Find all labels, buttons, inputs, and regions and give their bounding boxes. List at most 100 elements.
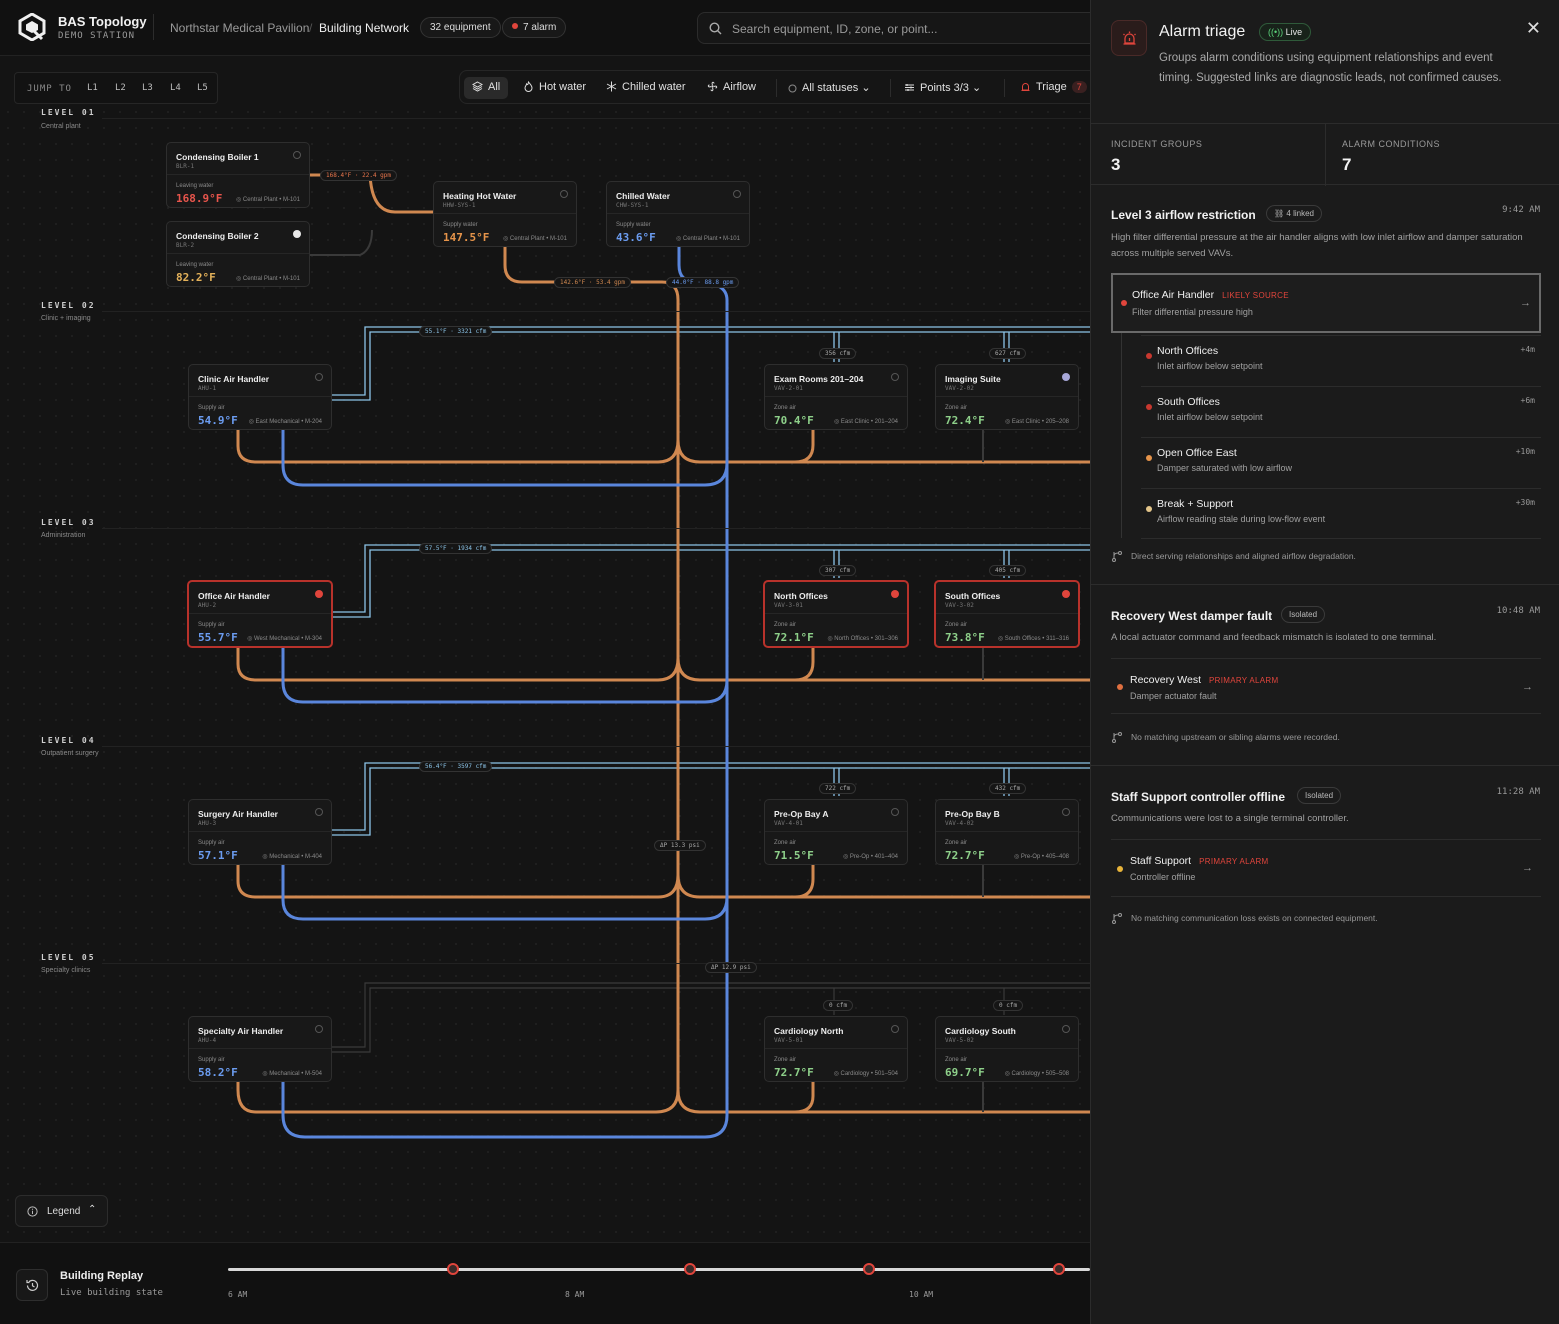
linked-alarm-item[interactable]: South Offices Inlet airflow below setpoi… (1141, 386, 1541, 437)
divider (189, 1048, 331, 1049)
point-value: 168.9°F (176, 192, 223, 205)
equipment-name: North Offices (774, 591, 828, 601)
incident-note: No matching communication loss exists on… (1131, 913, 1378, 923)
point-value: 70.4°F (774, 414, 814, 427)
alarm-item-source[interactable]: Office Air Handler LIKELY SOURCE Filter d… (1111, 273, 1541, 333)
status-gear-icon (560, 190, 568, 198)
equipment-id: AHU-1 (198, 385, 217, 392)
linked-alarm-description: Inlet airflow below setpoint (1157, 412, 1263, 422)
search-input[interactable]: Search equipment, ID, zone, or point... (697, 12, 1117, 44)
filter-hot-water-label: Hot water (539, 81, 587, 93)
alarm-count-pill[interactable]: 7 alarm (502, 17, 567, 38)
location-text: Pre-Op • 401–404 (849, 854, 898, 860)
equipment-node[interactable]: Exam Rooms 201–204 VAV-2-01 Zone air 70.… (764, 364, 908, 430)
equipment-location: ◎ Mechanical • M-404 (262, 854, 322, 860)
flame-icon (524, 80, 533, 92)
breadcrumb-site[interactable]: Northstar Medical Pavilion (170, 21, 309, 35)
divider (765, 613, 907, 614)
alarm-dot-icon (1146, 455, 1152, 461)
equipment-node[interactable]: Clinic Air Handler AHU-1 Supply air 54.9… (188, 364, 332, 430)
equipment-node-alarm[interactable]: North Offices VAV-3-01 Zone air 72.1°F ◎… (763, 580, 909, 648)
equipment-node[interactable]: Heating Hot Water HHW-SYS-1 Supply water… (433, 181, 577, 247)
alarm-item-name-text: Staff Support (1130, 855, 1192, 867)
equipment-location: ◎ East Mechanical • M-204 (248, 419, 322, 425)
equipment-node[interactable]: Cardiology North VAV-5-01 Zone air 72.7°… (764, 1016, 908, 1082)
incident-note: Direct serving relationships and aligned… (1131, 551, 1356, 561)
jump-level-l3[interactable]: L3 (142, 83, 153, 93)
alarm-dot-icon (1117, 684, 1123, 690)
timeline-alarm-marker[interactable] (863, 1263, 875, 1275)
location-text: Central Plant • M-101 (509, 236, 567, 242)
status-gear-icon (1062, 1025, 1070, 1033)
status-gear-icon (733, 190, 741, 198)
arrow-right-icon: → (1522, 862, 1533, 874)
equipment-node[interactable]: Surgery Air Handler AHU-3 Supply air 57.… (188, 799, 332, 865)
linked-alarm-item[interactable]: Open Office East Damper saturated with l… (1141, 437, 1541, 488)
alarm-dot-icon (1121, 300, 1127, 306)
point-label: Zone air (945, 840, 968, 846)
location-text: Central Plant • M-101 (682, 236, 740, 242)
filter-hot-water-button[interactable]: Hot water (515, 77, 594, 99)
divider (936, 613, 1078, 614)
replay-subtitle: Live building state (60, 1288, 163, 1298)
points-dropdown[interactable]: Points 3/3 ⌄ (896, 77, 989, 99)
topology-canvas[interactable]: LEVEL 01 Central plant LEVEL 02 Clinic +… (0, 104, 1090, 1242)
alarm-dot-icon (315, 590, 323, 598)
alarm-item-primary[interactable]: Recovery West PRIMARY ALARM Damper actuat… (1111, 658, 1541, 714)
live-signal-icon: ((•)) (1268, 27, 1284, 37)
equipment-node[interactable]: Cardiology South VAV-5-02 Zone air 69.7°… (935, 1016, 1079, 1082)
equipment-name: Heating Hot Water (443, 191, 517, 201)
live-label: Live (1285, 27, 1303, 37)
point-label: Supply water (616, 222, 651, 228)
triage-button[interactable]: Triage 7 (1012, 77, 1095, 99)
equipment-node[interactable]: Chilled Water CHW-SYS-1 Supply water 43.… (606, 181, 750, 247)
equipment-node[interactable]: Condensing Boiler 2 BLR-2 Leaving water … (166, 221, 310, 287)
equipment-node-alarm[interactable]: Office Air Handler AHU-2 Supply air 55.7… (187, 580, 333, 648)
filter-toolbar: All Hot water Chilled water Airflow All … (459, 70, 1099, 104)
legend-toggle-button[interactable]: Legend ⌃ (15, 1195, 108, 1227)
filter-all-button[interactable]: All (464, 77, 509, 99)
filter-chilled-water-button[interactable]: Chilled water (598, 77, 694, 99)
alarm-item-name: Staff Support PRIMARY ALARM (1130, 855, 1269, 867)
timeline-tick: 6 AM (228, 1290, 248, 1299)
timeline-alarm-marker[interactable] (684, 1263, 696, 1275)
equipment-name: Cardiology North (774, 1026, 844, 1036)
timeline-alarm-marker[interactable] (1053, 1263, 1065, 1275)
equipment-node[interactable]: Imaging Suite VAV-2-02 Zone air 72.4°F ◎… (935, 364, 1079, 430)
level-title: LEVEL 03 (41, 518, 96, 527)
equipment-node[interactable]: Pre-Op Bay A VAV-4-01 Zone air 71.5°F ◎ … (764, 799, 908, 865)
linked-alarm-item[interactable]: North Offices Inlet airflow below setpoi… (1141, 335, 1541, 386)
point-value: 72.7°F (774, 1066, 814, 1079)
equipment-count-pill[interactable]: 32 equipment (420, 17, 501, 38)
pipe-network (236, 173, 1090, 1139)
equipment-node-alarm[interactable]: South Offices VAV-3-02 Zone air 73.8°F ◎… (934, 580, 1080, 648)
history-icon[interactable] (16, 1269, 48, 1301)
equipment-node[interactable]: Specialty Air Handler AHU-4 Supply air 5… (188, 1016, 332, 1082)
alarm-item-primary[interactable]: Staff Support PRIMARY ALARM Controller of… (1111, 839, 1541, 897)
status-filter-dropdown[interactable]: All statuses ⌄ (780, 77, 879, 99)
level-divider (102, 311, 1090, 312)
jump-level-l1[interactable]: L1 (87, 83, 98, 93)
point-label: Supply air (198, 622, 225, 628)
point-value: 147.5°F (443, 231, 490, 244)
breadcrumb-view: Building Network (319, 21, 410, 35)
timeline-track[interactable] (228, 1268, 1090, 1271)
filter-airflow-button[interactable]: Airflow (699, 77, 764, 99)
equipment-node[interactable]: Condensing Boiler 1 BLR-1 Leaving water … (166, 142, 310, 208)
jump-level-l5[interactable]: L5 (197, 83, 208, 93)
linked-alarm-name: North Offices (1157, 345, 1219, 357)
jump-level-l4[interactable]: L4 (170, 83, 181, 93)
timeline-alarm-marker[interactable] (447, 1263, 459, 1275)
linked-alarm-item[interactable]: Break + Support Airflow reading stale du… (1141, 488, 1541, 539)
filter-chilled-water-label: Chilled water (622, 81, 686, 93)
flow-tag: 44.0°F · 88.8 gpm (666, 277, 740, 288)
divider (936, 396, 1078, 397)
incident-group-title: Recovery West damper fault (1111, 609, 1273, 623)
jump-level-l2[interactable]: L2 (115, 83, 126, 93)
close-icon[interactable]: ✕ (1526, 18, 1541, 39)
equipment-name: Condensing Boiler 1 (176, 152, 259, 162)
divider (607, 213, 749, 214)
alarm-dot-icon (1062, 590, 1070, 598)
equipment-node[interactable]: Pre-Op Bay B VAV-4-02 Zone air 72.7°F ◎ … (935, 799, 1079, 865)
incident-group: Level 3 airflow restriction ⛓ 4 linked 9… (1091, 185, 1559, 585)
